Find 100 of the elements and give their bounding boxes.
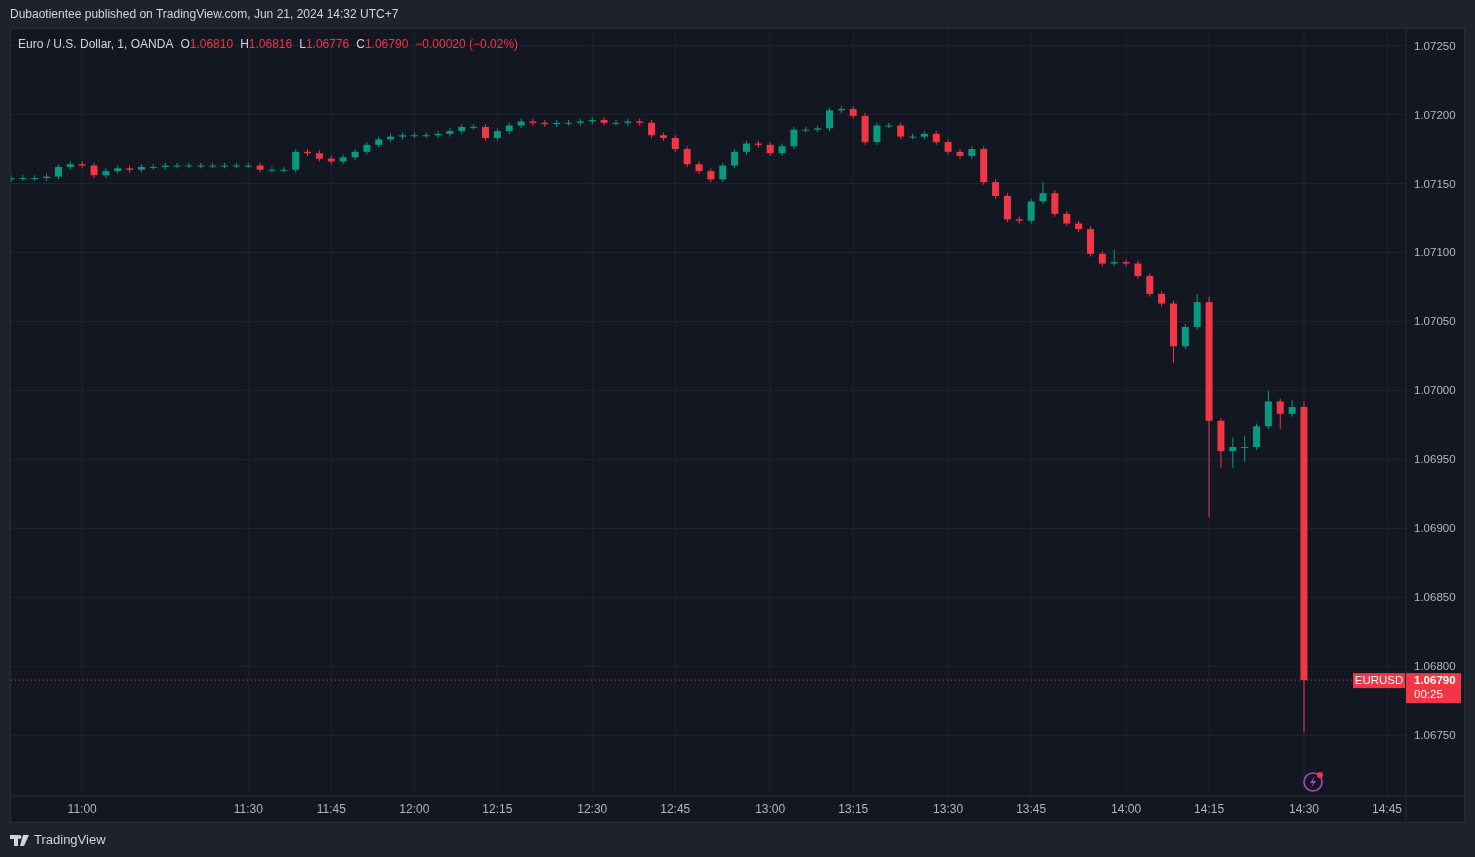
candle (885, 122, 893, 129)
candle (1241, 435, 1249, 463)
candle (1170, 300, 1177, 364)
candle (920, 130, 928, 140)
candle (588, 116, 596, 125)
candle (232, 162, 240, 169)
candle (576, 118, 584, 127)
time-axis-label: 14:00 (1111, 802, 1142, 816)
candle (78, 160, 86, 169)
time-axis-label: 13:15 (838, 802, 869, 816)
candle (268, 166, 276, 173)
ohlc-value: 1.06816 (248, 37, 293, 51)
candle (719, 162, 727, 183)
time-axis-label: 11:30 (233, 802, 263, 816)
candle (897, 122, 905, 140)
candle (138, 163, 145, 173)
candle (1122, 258, 1130, 267)
candle (244, 162, 252, 169)
candle (458, 123, 466, 135)
candle (19, 174, 27, 182)
candle (529, 118, 537, 127)
logo-icon[interactable] (10, 834, 30, 846)
candle (126, 165, 134, 173)
candle (54, 163, 62, 180)
ohlc-label: L (299, 37, 306, 51)
price-axis-label: 1.06900 (1414, 522, 1456, 535)
price-axis-label: 1.06950 (1414, 453, 1456, 466)
candle (387, 133, 395, 143)
candle (363, 141, 371, 156)
candle (1276, 398, 1284, 430)
candle (659, 131, 667, 142)
candle (624, 118, 632, 127)
candle (102, 167, 110, 179)
candle (43, 173, 51, 182)
candle (398, 131, 406, 140)
brand-name[interactable]: TradingView (34, 830, 106, 850)
candle (292, 148, 300, 173)
candle (434, 130, 442, 139)
candle (980, 145, 988, 186)
candle (1253, 423, 1261, 451)
candle (1110, 249, 1118, 267)
price-axis-label: 1.07150 (1414, 177, 1456, 190)
ohlc-label: H (240, 37, 249, 51)
candle (909, 133, 917, 140)
candle (1229, 436, 1237, 469)
time-axis-label: 14:30 (1288, 802, 1319, 816)
change-value: −0.00020 (−0.02%) (415, 36, 519, 53)
price-axis-label: 1.06750 (1414, 729, 1456, 742)
candle (742, 140, 750, 156)
candle (932, 130, 940, 146)
candle (1158, 290, 1166, 307)
candle (671, 134, 679, 153)
candle (31, 174, 39, 182)
price-axis-label: 1.07000 (1414, 384, 1456, 397)
time-axis-label: 13:30 (933, 802, 964, 816)
time-axis-label: 11:00 (67, 802, 97, 816)
candle (505, 122, 513, 135)
ohlc-value: 1.06776 (305, 37, 350, 51)
candle (992, 178, 1000, 200)
candle (1181, 323, 1189, 350)
countdown-timer: 00:25 (1414, 688, 1443, 701)
candle (565, 119, 573, 127)
candle (826, 107, 833, 132)
candle (351, 148, 359, 161)
candle (861, 112, 869, 146)
candle (327, 155, 335, 165)
candle (517, 118, 525, 129)
candle (766, 141, 774, 157)
candle (185, 162, 193, 169)
candle (553, 119, 561, 128)
candle (1003, 192, 1011, 223)
candle (280, 166, 288, 173)
candle (493, 127, 501, 142)
candle (375, 136, 383, 149)
attribution-text: Dubaotientee published on TradingView.com, Jun 21, 2024 14:32 UTC+7 (10, 6, 399, 23)
candle (1086, 225, 1094, 258)
candle (66, 160, 74, 171)
candle (1075, 220, 1083, 233)
time-axis-label: 12:00 (399, 802, 430, 816)
ohlc-label: C (356, 37, 365, 51)
lightning-icon[interactable] (1303, 772, 1323, 792)
candle (1051, 189, 1059, 218)
price-tag-background (1406, 673, 1461, 704)
candle (802, 126, 810, 133)
candle (944, 138, 952, 156)
candle (90, 162, 98, 179)
price-axis-label: 1.07100 (1414, 246, 1456, 259)
price-axis-label: 1.07250 (1414, 39, 1456, 52)
ohlc-label: O (180, 37, 190, 51)
candle (1146, 272, 1154, 298)
price-axis-label: 1.06800 (1414, 660, 1456, 673)
candle (600, 116, 608, 127)
candle (956, 148, 964, 160)
candle (161, 162, 169, 171)
candle (695, 160, 703, 175)
time-axis-label: 14:15 (1194, 802, 1225, 816)
candle (149, 163, 157, 171)
candle (778, 143, 786, 157)
candle (422, 131, 430, 139)
candle (968, 145, 976, 160)
